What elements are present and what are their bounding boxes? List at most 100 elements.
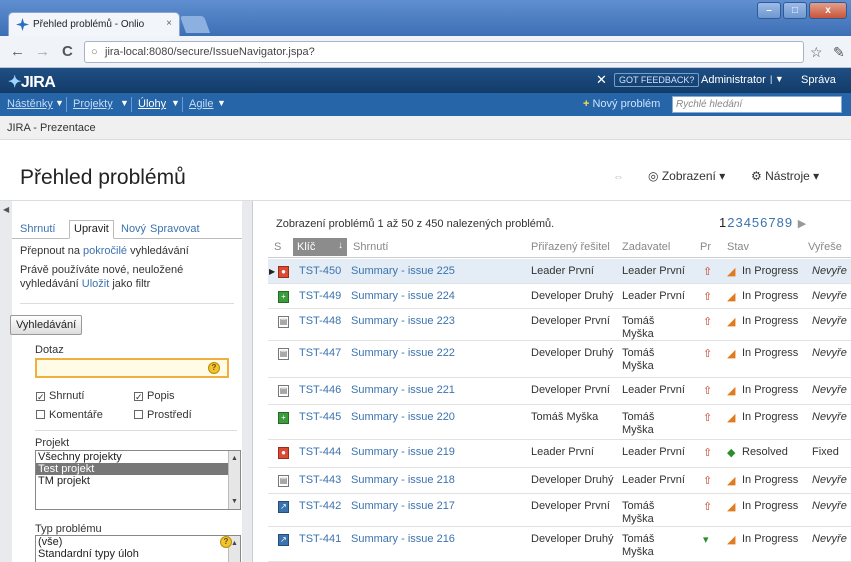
issue-reporter[interactable]: Tomáš Myška	[622, 315, 654, 341]
minimize-button[interactable]: –	[757, 2, 781, 19]
page-links[interactable]: 23456789	[727, 215, 793, 230]
nav-projects[interactable]: Projekty	[73, 98, 113, 110]
issue-summary-link[interactable]: Summary - issue 224	[351, 290, 455, 303]
issue-reporter[interactable]: Tomáš Myška	[622, 500, 654, 526]
column-key[interactable]: Klíč ↓	[293, 238, 347, 256]
window-close-button[interactable]: x	[809, 2, 847, 19]
tab-summary[interactable]: Shrnutí	[20, 223, 55, 235]
nav-projects-caret-icon[interactable]: ▼	[120, 98, 129, 108]
collapse-panel-icon[interactable]: ◀	[3, 205, 9, 214]
issue-reporter[interactable]: Leader První	[622, 384, 685, 397]
issue-key-link[interactable]: TST-446	[299, 384, 341, 397]
issue-type-help-icon[interactable]: ?	[220, 536, 232, 548]
column-priority[interactable]: Pr	[700, 241, 711, 253]
issue-key-link[interactable]: TST-450	[299, 265, 341, 278]
column-type[interactable]: S	[274, 241, 281, 253]
tab-edit[interactable]: Upravit	[69, 220, 114, 239]
issue-reporter[interactable]: Leader První	[622, 290, 685, 303]
issue-key-link[interactable]: TST-442	[299, 500, 341, 513]
scroll-up-icon[interactable]: ▲	[230, 453, 239, 464]
issue-type-option[interactable]: Standardní typy úloh	[36, 548, 240, 560]
checkbox-description[interactable]: ✓ Popis	[134, 390, 175, 402]
table-row[interactable]: ▤ TST-446 Summary - issue 221 Developer Prv…	[268, 378, 851, 405]
issue-reporter[interactable]: Leader První	[622, 446, 685, 459]
new-tab-button[interactable]	[179, 16, 211, 33]
column-status[interactable]: Stav	[727, 241, 749, 253]
issue-key-link[interactable]: TST-448	[299, 315, 341, 328]
tab-new[interactable]: Nový	[121, 223, 146, 235]
back-arrow-icon[interactable]: ←	[10, 43, 25, 60]
address-bar[interactable]: ○ jira-local:8080/secure/IssueNavigator.…	[84, 41, 804, 63]
issue-assignee[interactable]: Developer První	[531, 315, 610, 328]
scroll-down-icon[interactable]: ▼	[230, 496, 239, 507]
feedback-button[interactable]: GOT FEEDBACK?	[614, 73, 700, 87]
search-button[interactable]: Vyhledávání	[10, 315, 83, 335]
project-scrollbar[interactable]: ▲ ▼	[228, 451, 240, 509]
table-row[interactable]: ↗ TST-441 Summary - issue 216 Developer Dru…	[268, 527, 851, 562]
breadcrumb[interactable]: JIRA - Prezentace	[0, 116, 851, 140]
issue-assignee[interactable]: Developer První	[531, 384, 610, 397]
column-reporter[interactable]: Zadavatel	[622, 241, 670, 253]
new-issue-link[interactable]: + Nový problém	[583, 98, 660, 110]
issue-reporter[interactable]: Leader První	[622, 265, 685, 278]
nav-dashboards[interactable]: Nástěnky	[7, 98, 53, 110]
table-row[interactable]: ▤ TST-443 Summary - issue 218 Developer Dru…	[268, 468, 851, 494]
table-row[interactable]: + TST-449 Summary - issue 224 Developer Dru…	[268, 284, 851, 309]
issue-summary-link[interactable]: Summary - issue 220	[351, 411, 455, 424]
query-input[interactable]	[35, 358, 229, 378]
save-filter-link[interactable]: Uložit	[82, 278, 110, 290]
issue-summary-link[interactable]: Summary - issue 221	[351, 384, 455, 397]
issue-key-link[interactable]: TST-449	[299, 290, 341, 303]
nav-agile[interactable]: Agile	[189, 98, 213, 110]
checkbox-description-box[interactable]: ✓	[134, 392, 143, 402]
issue-type-select[interactable]: (vše) Standardní typy úloh ▲	[35, 535, 241, 562]
issue-key-link[interactable]: TST-443	[299, 474, 341, 487]
issue-summary-link[interactable]: Summary - issue 219	[351, 446, 455, 459]
issue-key-link[interactable]: TST-445	[299, 411, 341, 424]
issue-type-option[interactable]: (vše)	[36, 536, 240, 548]
quick-search-input[interactable]: Rychlé hledání	[672, 96, 842, 113]
issue-assignee[interactable]: Developer První	[531, 500, 610, 513]
bookmark-star-icon[interactable]: ☆	[810, 44, 823, 61]
issue-summary-link[interactable]: Summary - issue 222	[351, 347, 455, 360]
issue-key-link[interactable]: TST-447	[299, 347, 341, 360]
column-resolution[interactable]: Vyřeše	[808, 241, 842, 253]
issue-key-link[interactable]: TST-444	[299, 446, 341, 459]
user-menu-caret-icon[interactable]: | ▼	[770, 74, 784, 84]
wrench-icon[interactable]: ✎	[833, 44, 845, 61]
issue-reporter[interactable]: Tomáš Myška	[622, 347, 654, 373]
issue-reporter[interactable]: Tomáš Myška	[622, 411, 654, 437]
table-row[interactable]: ● TST-444 Summary - issue 219 Leader První L…	[268, 440, 851, 468]
table-row[interactable]: ▤ TST-447 Summary - issue 222 Developer Dru…	[268, 341, 851, 378]
issue-summary-link[interactable]: Summary - issue 218	[351, 474, 455, 487]
issue-summary-link[interactable]: Summary - issue 217	[351, 500, 455, 513]
project-option-selected[interactable]: Test projekt	[36, 463, 240, 475]
reload-icon[interactable]: C	[62, 43, 73, 60]
issue-assignee[interactable]: Tomáš Myška	[531, 411, 598, 424]
issue-assignee[interactable]: Leader První	[531, 265, 594, 278]
checkbox-summary-box[interactable]: ✓	[36, 392, 45, 402]
query-help-icon[interactable]: ?	[208, 362, 220, 374]
forward-arrow-icon[interactable]: →	[35, 43, 50, 60]
checkbox-environment-box[interactable]	[134, 410, 143, 419]
issue-reporter[interactable]: Tomáš Myška	[622, 533, 654, 559]
issue-key-link[interactable]: TST-441	[299, 533, 341, 546]
user-menu[interactable]: Administrator	[701, 74, 766, 86]
next-page-icon[interactable]: ▶	[798, 218, 807, 230]
issue-summary-link[interactable]: Summary - issue 216	[351, 533, 455, 546]
project-option[interactable]: TM projekt	[36, 475, 240, 487]
issue-summary-link[interactable]: Summary - issue 223	[351, 315, 455, 328]
issue-assignee[interactable]: Developer Druhý	[531, 347, 614, 360]
browser-tab[interactable]: Přehled problémů - Onlio ×	[8, 12, 180, 36]
table-row[interactable]: ↗ TST-442 Summary - issue 217 Developer Prv…	[268, 494, 851, 527]
nav-dashboards-caret-icon[interactable]: ▼	[55, 98, 64, 108]
admin-link[interactable]: Správa	[801, 74, 836, 86]
checkbox-comments-box[interactable]	[36, 410, 45, 419]
tools-menu[interactable]: ⚙ Nástroje ▾	[751, 169, 819, 183]
checkbox-environment[interactable]: Prostředí	[134, 409, 192, 421]
checkbox-comments[interactable]: Komentáře	[36, 409, 103, 421]
column-summary[interactable]: Shrnutí	[353, 241, 388, 253]
project-option[interactable]: Všechny projekty	[36, 451, 240, 463]
issue-assignee[interactable]: Developer Druhý	[531, 290, 614, 303]
maximize-button[interactable]: □	[783, 2, 807, 19]
